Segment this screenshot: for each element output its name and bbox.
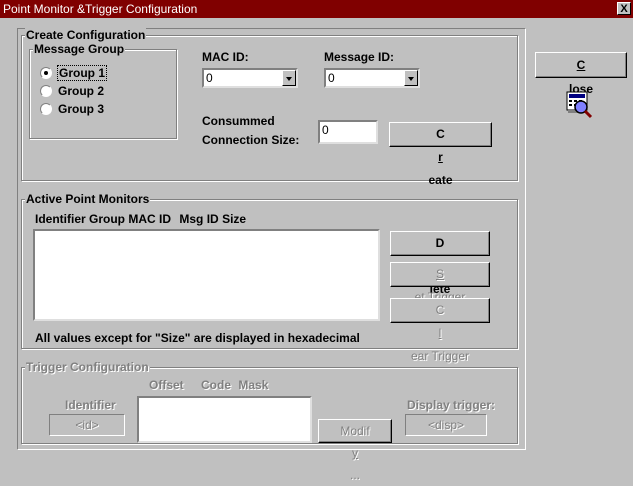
set-trigger-label-hotkey: S bbox=[435, 267, 444, 281]
trigger-column-headers: Offset Code Mask bbox=[149, 378, 268, 392]
identifier-field: <id> bbox=[49, 414, 125, 436]
chevron-down-icon[interactable] bbox=[282, 70, 296, 86]
monitor-magnifier-icon bbox=[564, 90, 594, 120]
mac-id-value: 0 bbox=[206, 71, 213, 85]
create-configuration-group: Create Configuration Message Group Group… bbox=[21, 28, 518, 187]
group-3-radio[interactable]: Group 3 bbox=[40, 102, 104, 116]
modify-label-pre: Modif bbox=[340, 424, 370, 438]
connection-size-label-1: Consummed bbox=[202, 114, 275, 128]
trigger-bytes-edit[interactable] bbox=[137, 396, 312, 443]
modify-button[interactable]: Modif y... bbox=[318, 419, 392, 482]
clear-trigger-button[interactable]: Cl ear Trigger bbox=[390, 298, 490, 363]
modify-label-hotkey: y bbox=[352, 446, 358, 460]
trigger-configuration-legend: Trigger Configuration bbox=[25, 360, 150, 374]
column-header: MAC ID bbox=[128, 212, 172, 226]
group-1-label: Group 1 bbox=[56, 65, 108, 81]
title-bar[interactable]: Point Monitor &Trigger Configuration X bbox=[0, 0, 633, 18]
display-trigger-field: <disp> bbox=[405, 414, 487, 436]
message-group-box: Message Group Group 1 Group 2 Group 3 bbox=[29, 42, 177, 139]
clear-trigger-label-hotkey: l bbox=[438, 326, 442, 340]
radio-selected-indicator bbox=[40, 67, 52, 79]
active-monitors-list[interactable] bbox=[33, 229, 380, 321]
clear-trigger-label-pre: C bbox=[435, 303, 445, 317]
create-button[interactable]: Cr eate bbox=[389, 122, 492, 187]
column-header: Identifier bbox=[35, 212, 86, 226]
create-label-post: eate bbox=[428, 173, 453, 187]
message-id-dropdown[interactable]: 0 bbox=[324, 68, 420, 88]
message-id-label: Message ID: bbox=[324, 50, 395, 64]
active-point-monitors-group: Active Point Monitors Identifier Group M… bbox=[21, 192, 518, 363]
main-panel: Create Configuration Message Group Group… bbox=[17, 28, 526, 482]
column-header: Mask bbox=[238, 378, 269, 392]
group-1-radio[interactable]: Group 1 bbox=[40, 65, 108, 81]
modify-label-post: ... bbox=[349, 468, 360, 482]
chevron-down-icon[interactable] bbox=[404, 70, 418, 86]
clear-trigger-label-post: ear Trigger bbox=[410, 349, 470, 363]
window-title: Point Monitor &Trigger Configuration bbox=[3, 2, 198, 16]
column-header: Group bbox=[89, 212, 126, 226]
monitors-column-headers: Identifier Group MAC ID Msg ID Size bbox=[35, 212, 246, 226]
connection-size-input[interactable]: 0 bbox=[318, 120, 378, 144]
column-header: Code bbox=[201, 378, 232, 392]
message-id-value: 0 bbox=[328, 71, 335, 85]
column-header: Msg ID bbox=[179, 212, 219, 226]
column-header: Offset bbox=[149, 378, 184, 392]
message-group-legend: Message Group bbox=[33, 42, 126, 56]
mac-id-label: MAC ID: bbox=[202, 50, 249, 64]
delete-label-pre: D bbox=[435, 236, 445, 250]
delete-button[interactable]: Delete bbox=[390, 231, 490, 296]
group-2-radio[interactable]: Group 2 bbox=[40, 84, 104, 98]
group-3-label: Group 3 bbox=[58, 102, 105, 116]
create-configuration-legend: Create Configuration bbox=[25, 28, 147, 42]
close-label-hotkey: C bbox=[576, 58, 586, 72]
radio-indicator bbox=[40, 103, 52, 115]
close-window-icon[interactable]: X bbox=[617, 2, 631, 15]
connection-size-label-2: Connection Size: bbox=[202, 133, 300, 147]
dialog-window: Point Monitor &Trigger Configuration X C… bbox=[0, 0, 633, 482]
hexadecimal-note: All values except for "Size" are display… bbox=[35, 331, 360, 345]
create-label-hotkey: r bbox=[438, 150, 443, 164]
display-trigger-label: Display trigger: bbox=[407, 398, 496, 412]
column-header: Size bbox=[222, 212, 247, 226]
trigger-configuration-group: Trigger Configuration Offset Code Mask I… bbox=[21, 360, 518, 482]
mac-id-dropdown[interactable]: 0 bbox=[202, 68, 298, 88]
active-monitors-legend: Active Point Monitors bbox=[25, 192, 151, 206]
radio-indicator bbox=[40, 85, 52, 97]
create-label-pre: C bbox=[436, 127, 445, 141]
close-button[interactable]: Close bbox=[535, 52, 627, 96]
set-trigger-button[interactable]: Set Trigger bbox=[390, 262, 490, 304]
group-2-label: Group 2 bbox=[58, 84, 105, 98]
identifier-label: Identifier bbox=[65, 398, 116, 412]
